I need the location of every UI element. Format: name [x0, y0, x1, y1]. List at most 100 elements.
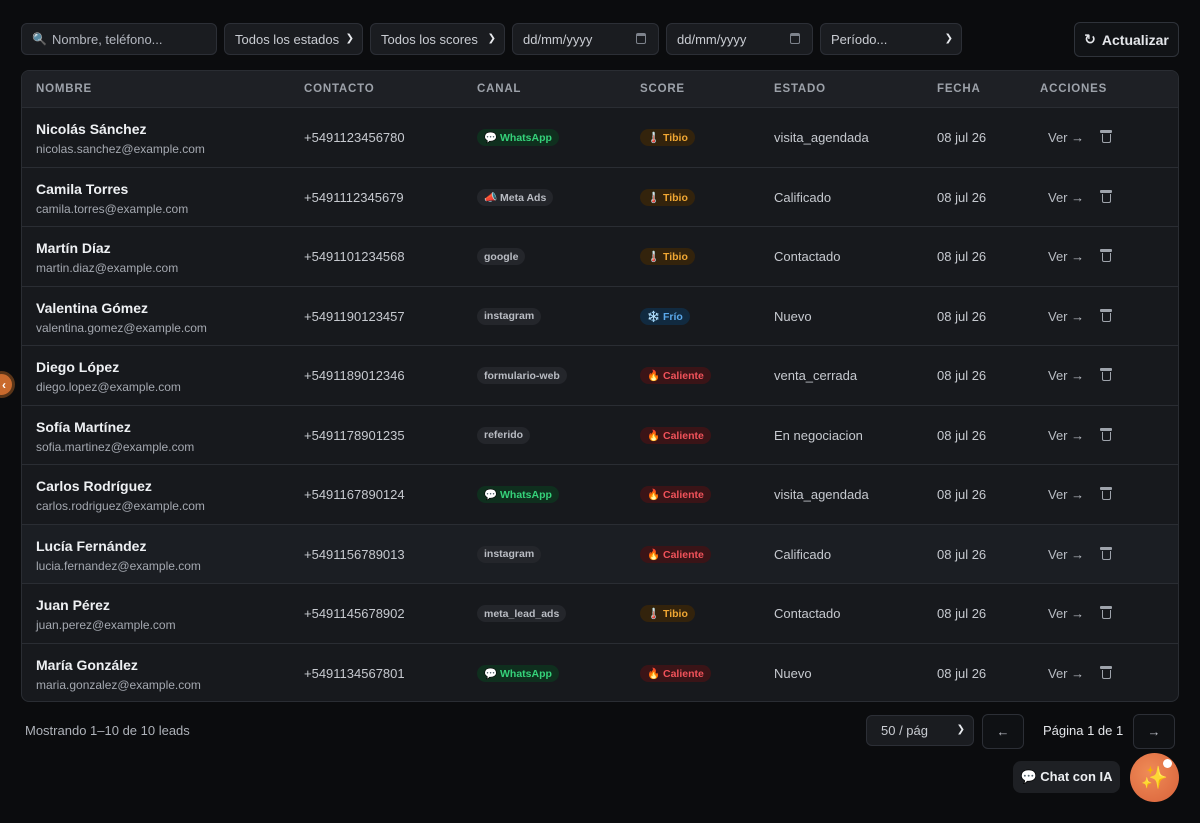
refresh-label: Actualizar: [1101, 31, 1169, 48]
refresh-button[interactable]: ↻ Actualizar: [1074, 22, 1179, 57]
periodo-select[interactable]: Período... ❯: [820, 23, 962, 55]
score-select[interactable]: Todos los scores ❯: [370, 23, 505, 55]
trash-icon[interactable]: [1100, 487, 1112, 501]
table-row[interactable]: Juan Pérez juan.perez@example.com +5491145…: [22, 584, 1178, 644]
trash-icon[interactable]: [1100, 249, 1112, 263]
lead-estado: Contactado: [774, 249, 841, 264]
view-lead-link[interactable]: Ver →: [1048, 249, 1084, 264]
lead-estado: Nuevo: [774, 308, 812, 324]
lead-name[interactable]: Martín Díaz: [36, 240, 111, 256]
per-page-select[interactable]: 50 / pág ❯: [866, 715, 974, 746]
canal-badge: 💬 WhatsApp: [477, 486, 559, 503]
lead-name[interactable]: Carlos Rodríguez: [36, 478, 152, 494]
canal-badge: 💬 WhatsApp: [477, 664, 559, 682]
trash-icon[interactable]: [1100, 308, 1112, 323]
score-badge: 🔥 Caliente: [640, 664, 711, 682]
view-lead-link[interactable]: Ver →: [1048, 368, 1084, 383]
table-header: NOMBRE CONTACTO CANAL SCORE ESTADO FECHA…: [22, 71, 1178, 108]
chat-ia-button[interactable]: 💬 Chat con IA: [1013, 761, 1120, 793]
lead-phone: +5491190123457: [304, 308, 405, 324]
canal-badge: meta_lead_ads: [477, 605, 567, 622]
score-badge: 🔥 Caliente: [640, 426, 711, 444]
page-indicator: Página 1 de 1: [1043, 723, 1124, 738]
lead-fecha: 08 jul 26: [937, 130, 987, 145]
lead-email: nicolas.sanchez@example.com: [36, 142, 205, 156]
next-page-button[interactable]: →: [1133, 714, 1175, 749]
lead-phone: +5491134567801: [304, 665, 405, 681]
table-row[interactable]: Martín Díaz martin.diaz@example.com +54911…: [22, 227, 1178, 287]
lead-estado: En negociacion: [774, 427, 863, 443]
prev-page-button[interactable]: ←: [982, 714, 1024, 749]
trash-icon[interactable]: [1100, 130, 1112, 144]
refresh-icon: ↻: [1084, 31, 1096, 47]
trash-icon[interactable]: [1100, 189, 1112, 204]
chevron-down-icon: ❯: [944, 33, 953, 44]
search-input[interactable]: [51, 31, 212, 47]
lead-fecha: 08 jul 26: [937, 249, 987, 264]
lead-name[interactable]: Valentina Gómez: [36, 300, 148, 316]
view-lead-link[interactable]: Ver →: [1048, 606, 1084, 621]
lead-name[interactable]: Sofía Martínez: [36, 419, 131, 435]
view-lead-link[interactable]: Ver →: [1048, 190, 1084, 205]
view-lead-link[interactable]: Ver →: [1048, 547, 1084, 562]
col-contacto[interactable]: CONTACTO: [304, 83, 375, 95]
table-row[interactable]: Lucía Fernández lucia.fernandez@example.c…: [22, 524, 1178, 584]
score-select-value: Todos los scores: [381, 31, 478, 47]
ai-assistant-button[interactable]: ✨: [1130, 753, 1179, 802]
trash-icon[interactable]: [1100, 665, 1112, 680]
lead-estado: visita_agendada: [774, 487, 869, 502]
lead-name[interactable]: María González: [36, 657, 138, 673]
lead-phone: +5491189012346: [304, 368, 405, 383]
score-badge: 🌡️ Tibio: [640, 188, 695, 206]
table-row[interactable]: María González maria.gonzalez@example.com…: [22, 644, 1178, 702]
lead-estado: Nuevo: [774, 665, 812, 681]
trash-icon[interactable]: [1100, 606, 1112, 620]
canal-badge: google: [477, 248, 526, 265]
search-icon: 🔍: [32, 32, 47, 46]
calendar-icon[interactable]: [636, 33, 646, 44]
col-fecha[interactable]: FECHA: [937, 83, 981, 95]
score-badge: 🔥 Caliente: [640, 545, 711, 563]
lead-fecha: 08 jul 26: [937, 487, 987, 502]
lead-name[interactable]: Lucía Fernández: [36, 538, 146, 554]
table-row[interactable]: Carlos Rodríguez carlos.rodriguez@example…: [22, 465, 1178, 525]
view-lead-link[interactable]: Ver →: [1048, 309, 1084, 324]
view-lead-link[interactable]: Ver →: [1048, 666, 1084, 681]
lead-name[interactable]: Juan Pérez: [36, 597, 110, 613]
view-lead-link[interactable]: Ver →: [1048, 130, 1084, 145]
sidebar-toggle-button[interactable]: ‹: [0, 371, 15, 398]
calendar-icon[interactable]: [790, 33, 800, 44]
search-box[interactable]: 🔍: [21, 23, 217, 55]
lead-name[interactable]: Nicolás Sánchez: [36, 121, 147, 137]
col-score[interactable]: SCORE: [640, 83, 685, 95]
table-row[interactable]: Sofía Martínez sofia.martinez@example.com…: [22, 406, 1178, 465]
trash-icon[interactable]: [1100, 546, 1112, 561]
notification-dot: [1163, 759, 1172, 768]
table-row[interactable]: Camila Torres camila.torres@example.com +5…: [22, 168, 1178, 227]
lead-phone: +5491112345679: [304, 189, 404, 205]
trash-icon[interactable]: [1100, 427, 1112, 442]
lead-email: martin.diaz@example.com: [36, 261, 179, 275]
lead-name[interactable]: Diego López: [36, 359, 119, 375]
table-row[interactable]: Valentina Gómez valentina.gomez@example.c…: [22, 287, 1178, 346]
table-row[interactable]: Diego López diego.lopez@example.com +54911…: [22, 346, 1178, 406]
canal-badge: formulario-web: [477, 367, 567, 384]
lead-email: camila.torres@example.com: [36, 201, 189, 216]
leads-table: NOMBRE CONTACTO CANAL SCORE ESTADO FECHA…: [21, 70, 1179, 702]
view-lead-link[interactable]: Ver →: [1048, 428, 1084, 443]
date-to-input[interactable]: dd/mm/yyyy: [666, 23, 813, 55]
lead-email: maria.gonzalez@example.com: [36, 677, 201, 692]
col-canal[interactable]: CANAL: [477, 83, 521, 95]
trash-icon[interactable]: [1100, 368, 1112, 382]
date-from-input[interactable]: dd/mm/yyyy: [512, 23, 659, 55]
estado-select[interactable]: Todos los estados ❯: [224, 23, 363, 55]
chat-ia-label: 💬 Chat con IA: [1020, 769, 1113, 784]
table-row[interactable]: Nicolás Sánchez nicolas.sanchez@example.c…: [22, 108, 1178, 168]
lead-estado: visita_agendada: [774, 130, 869, 145]
lead-fecha: 08 jul 26: [937, 665, 987, 681]
col-estado[interactable]: ESTADO: [774, 83, 826, 95]
col-nombre[interactable]: NOMBRE: [36, 83, 92, 95]
lead-name[interactable]: Camila Torres: [36, 181, 128, 197]
view-lead-link[interactable]: Ver →: [1048, 487, 1084, 502]
lead-fecha: 08 jul 26: [937, 368, 987, 383]
